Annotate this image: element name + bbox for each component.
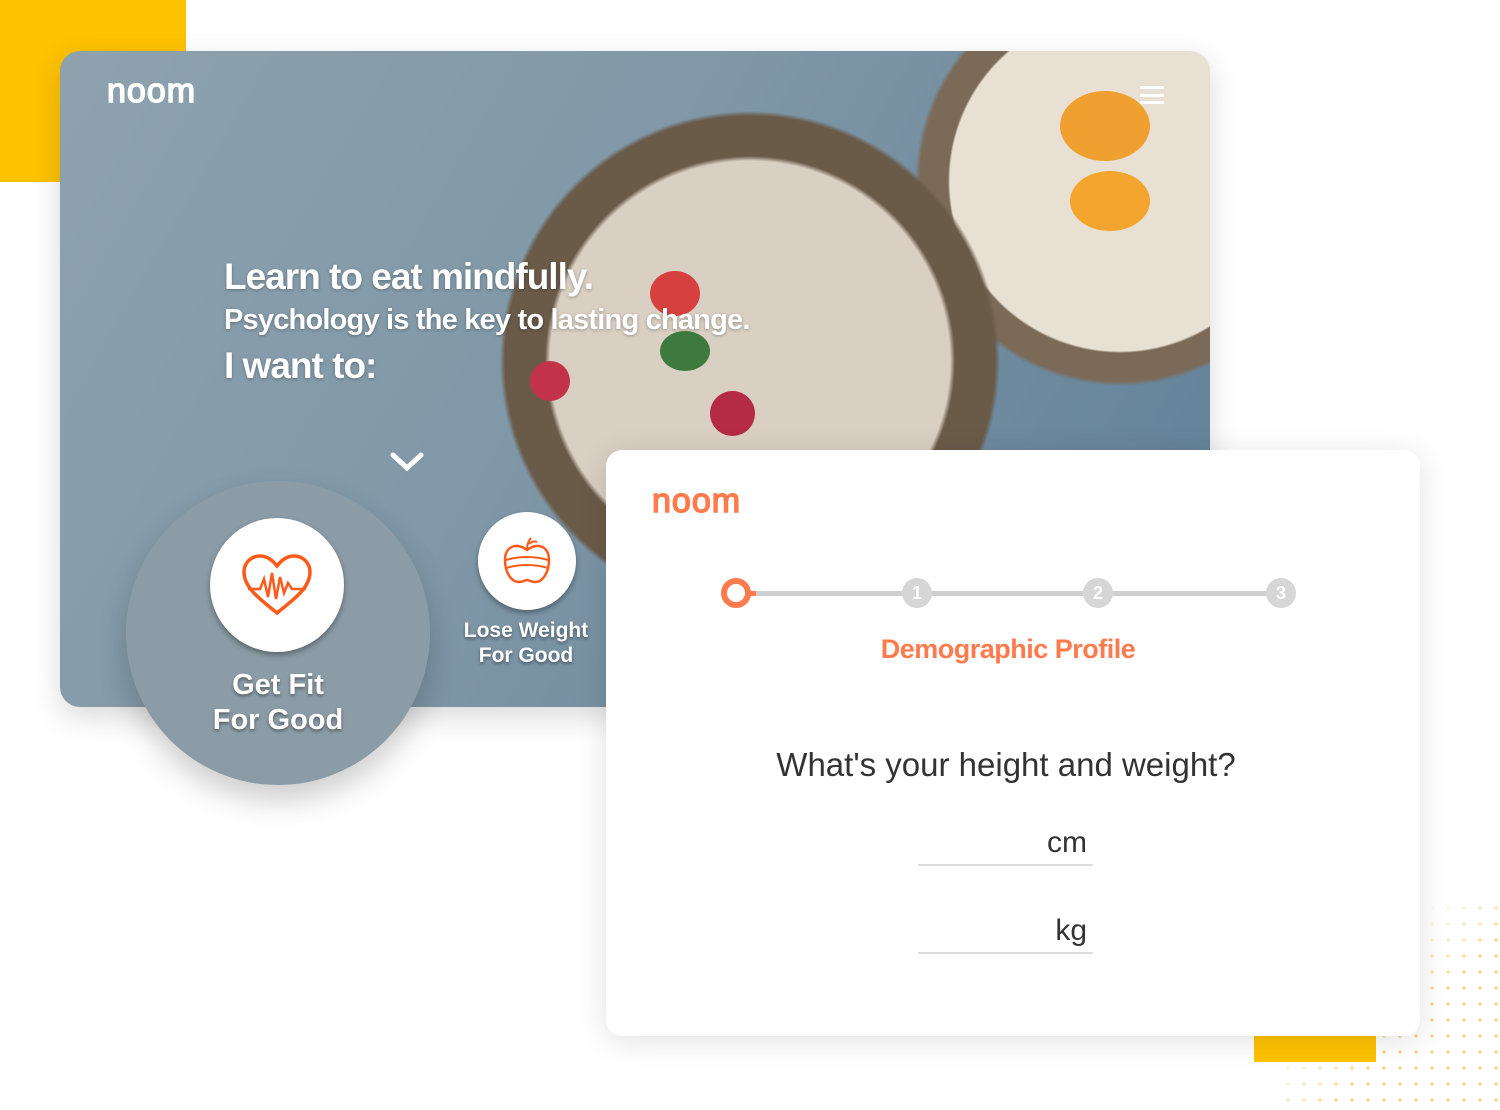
step-node-2: 2 [1083, 578, 1113, 608]
step-node-3: 3 [1266, 578, 1296, 608]
weight-input[interactable]: kg [918, 914, 1093, 954]
hero-headline: Learn to eat mindfully. [224, 256, 594, 297]
height-unit: cm [1047, 826, 1087, 859]
option-lose-weight-label: Lose Weight For Good [463, 619, 589, 668]
hero-prompt: I want to: [224, 345, 377, 386]
step-title: Demographic Profile [880, 634, 1136, 664]
heart-pulse-icon [242, 554, 312, 616]
weight-unit: kg [1055, 914, 1087, 947]
option-get-fit-icon-circle[interactable] [210, 518, 344, 652]
noom-logo-form: noom [651, 481, 742, 521]
hamburger-menu-icon[interactable] [1140, 86, 1164, 104]
step-node-1: 1 [902, 578, 932, 608]
question-text: What's your height and weight? [776, 746, 1236, 783]
option-get-fit-label: Get Fit For Good [212, 669, 344, 736]
apple-measuring-tape-icon [503, 537, 551, 584]
chevron-down-icon[interactable] [390, 450, 424, 474]
noom-logo[interactable]: noom [106, 71, 196, 111]
progress-track [736, 591, 1281, 596]
option-lose-weight[interactable] [478, 512, 576, 610]
hero-subheadline: Psychology is the key to lasting change. [224, 304, 750, 336]
height-input[interactable]: cm [918, 826, 1093, 866]
step-node-current [721, 578, 751, 608]
